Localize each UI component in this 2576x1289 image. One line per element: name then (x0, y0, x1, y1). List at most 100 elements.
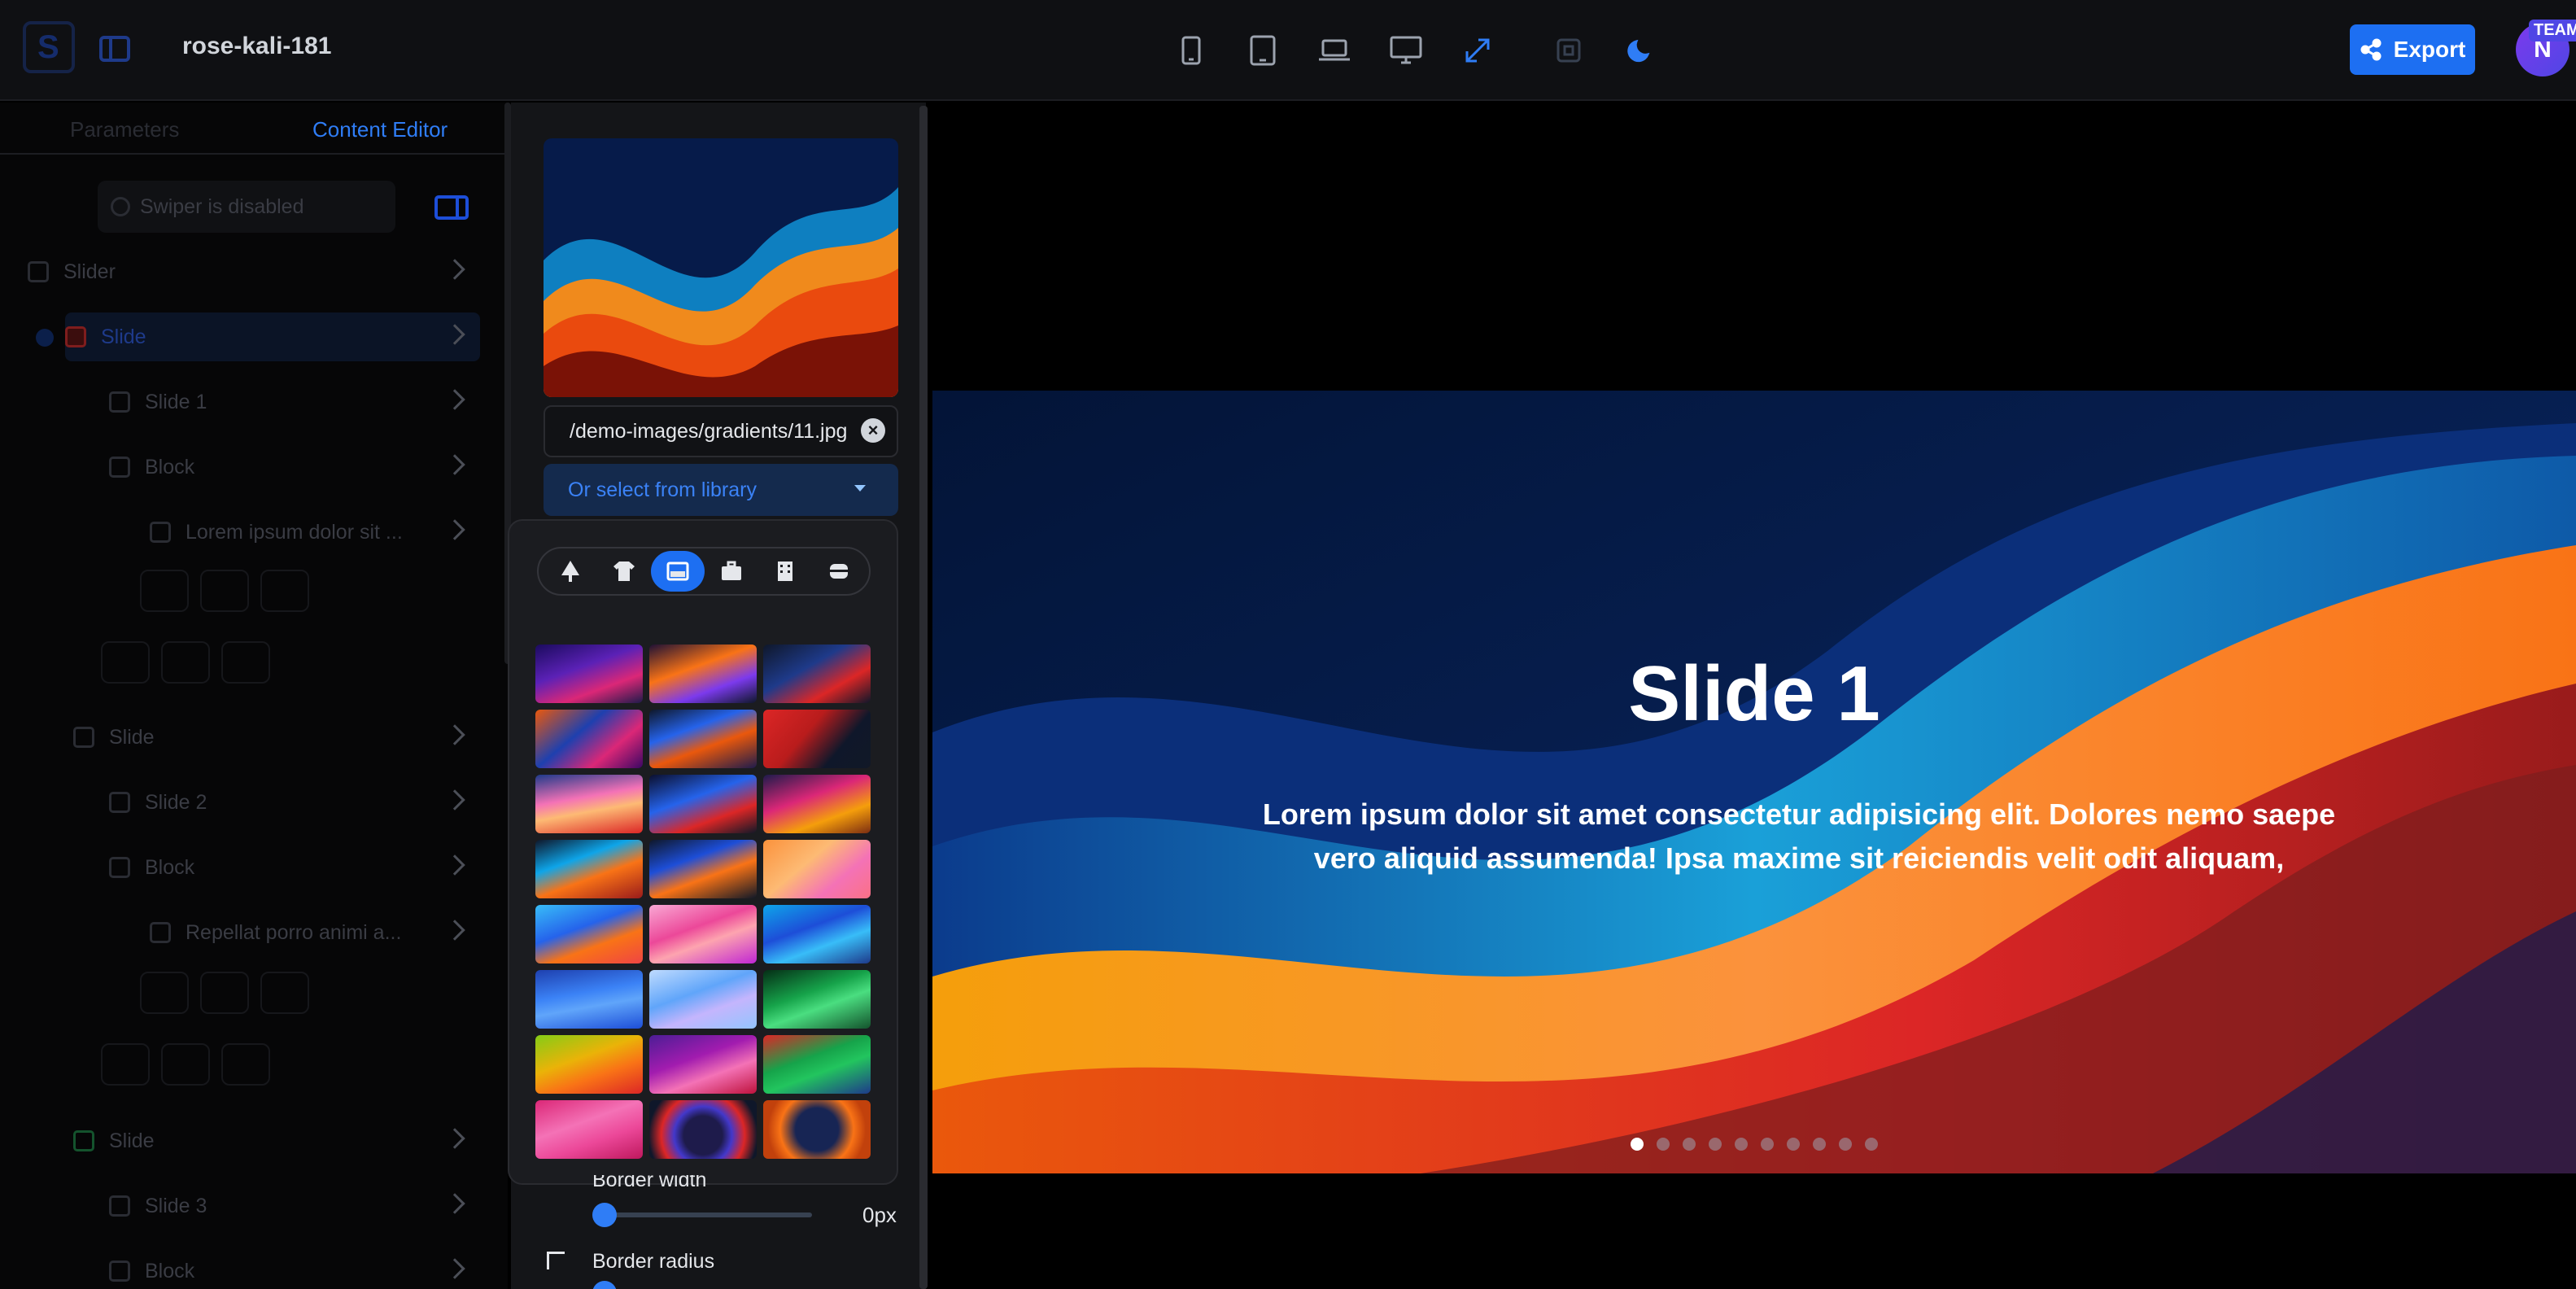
pagination-dot[interactable] (1761, 1138, 1774, 1151)
preview-toggle-button[interactable] (1549, 31, 1588, 70)
add-text-button[interactable] (140, 972, 189, 1014)
tab-parameters[interactable]: Parameters (70, 117, 179, 142)
export-button[interactable]: Export (2350, 24, 2475, 75)
pagination-dot[interactable] (1631, 1138, 1644, 1151)
fullscreen-button[interactable] (1458, 31, 1497, 70)
food-icon[interactable] (812, 551, 866, 592)
desktop-view-button[interactable] (1386, 31, 1426, 70)
gradient-thumbnail[interactable] (763, 840, 871, 898)
gradient-thumbnail[interactable] (649, 970, 757, 1029)
tablet-view-button[interactable] (1243, 31, 1282, 70)
tree-item-slide[interactable]: Slide (73, 1116, 480, 1165)
add-block-button[interactable] (221, 641, 270, 684)
editor-scrollbar[interactable] (919, 106, 928, 1289)
phone-icon (1181, 36, 1201, 65)
info-icon (111, 197, 130, 216)
add-image-button[interactable] (200, 570, 249, 612)
add-text-button[interactable] (101, 641, 150, 684)
gradient-thumbnail[interactable] (649, 1100, 757, 1159)
gradient-thumbnail[interactable] (535, 775, 643, 833)
sidebar-toggle-icon[interactable] (99, 36, 130, 62)
tree-item-slide-1[interactable]: Slide 1 (109, 378, 480, 426)
square-icon (1557, 38, 1581, 63)
add-block-button[interactable] (260, 972, 309, 1014)
chevron-right-icon (444, 920, 465, 941)
tree-item-slide-2[interactable]: Slide 2 (109, 778, 480, 827)
pagination-dot[interactable] (1839, 1138, 1852, 1151)
add-element-buttons (140, 972, 309, 1014)
gradient-thumbnail[interactable] (535, 905, 643, 963)
gradient-thumbnail[interactable] (649, 905, 757, 963)
pagination-dot[interactable] (1709, 1138, 1722, 1151)
gradient-thumbnail[interactable] (763, 1100, 871, 1159)
mobile-view-button[interactable] (1172, 31, 1211, 70)
add-image-button[interactable] (161, 641, 210, 684)
chevron-right-icon (444, 519, 465, 540)
pagination-dot[interactable] (1735, 1138, 1748, 1151)
add-image-button[interactable] (161, 1043, 210, 1086)
pagination-dot[interactable] (1787, 1138, 1800, 1151)
tree-item-slider[interactable]: Slider (28, 247, 480, 296)
gradient-thumbnail[interactable] (649, 1035, 757, 1094)
tree-icon[interactable] (544, 551, 597, 592)
gradient-thumbnail[interactable] (763, 710, 871, 768)
select-from-library-dropdown[interactable]: Or select from library (544, 464, 898, 516)
gradient-thumbnail[interactable] (535, 970, 643, 1029)
briefcase-icon[interactable] (705, 551, 758, 592)
tree-item-slide[interactable]: Slide (73, 713, 480, 762)
gradient-thumbnail[interactable] (535, 644, 643, 703)
tab-content-editor[interactable]: Content Editor (312, 117, 448, 142)
tree-item-slide-3[interactable]: Slide 3 (109, 1182, 480, 1230)
gradient-thumbnail[interactable] (649, 710, 757, 768)
monitor-icon (1390, 36, 1422, 64)
top-header: S rose-kali-181 Export N TEAM (0, 0, 2576, 101)
shirt-icon[interactable] (597, 551, 651, 592)
pagination-dot[interactable] (1865, 1138, 1878, 1151)
gradient-thumbnail[interactable] (763, 905, 871, 963)
tree-item-block[interactable]: Block (109, 1247, 480, 1289)
slide-title[interactable]: Slide 1 (932, 649, 2576, 739)
add-block-button[interactable] (221, 1043, 270, 1086)
tree-item-label: Lorem ipsum dolor sit ... (186, 520, 403, 544)
border-width-slider-handle[interactable] (592, 1203, 617, 1227)
image-path-input[interactable]: /demo-images/gradients/11.jpg (544, 405, 898, 457)
add-text-button[interactable] (101, 1043, 150, 1086)
swiper-status[interactable]: Swiper is disabled (98, 181, 395, 233)
tree-item-repellat[interactable]: Repellat porro animi a... (150, 908, 480, 957)
slide-preview[interactable]: Slide 1 Lorem ipsum dolor sit amet conse… (932, 391, 2576, 1173)
gradient-thumbnail[interactable] (535, 840, 643, 898)
gradient-thumbnail[interactable] (763, 775, 871, 833)
background-image-preview[interactable] (544, 138, 898, 397)
gradient-thumbnail[interactable] (535, 1100, 643, 1159)
layout-panel-icon[interactable] (434, 195, 469, 220)
tree-item-label: Slider (63, 260, 116, 283)
building-icon[interactable] (758, 551, 812, 592)
chevron-right-icon (444, 724, 465, 745)
add-image-button[interactable] (200, 972, 249, 1014)
gradient-thumbnail[interactable] (649, 840, 757, 898)
add-text-button[interactable] (140, 570, 189, 612)
tree-item-block[interactable]: Block (109, 843, 480, 892)
add-block-button[interactable] (260, 570, 309, 612)
gradient-thumbnail[interactable] (535, 710, 643, 768)
slide-body-text[interactable]: Lorem ipsum dolor sit amet consectetur a… (1258, 793, 2340, 880)
gradient-thumbnail[interactable] (763, 1035, 871, 1094)
border-width-slider[interactable] (599, 1213, 812, 1217)
tree-item-slide-selected[interactable]: Slide (65, 312, 480, 361)
app-logo[interactable]: S (23, 21, 75, 73)
gradient-thumbnail[interactable] (763, 970, 871, 1029)
gradient-icon[interactable] (651, 551, 705, 592)
gradient-thumbnail[interactable] (649, 644, 757, 703)
tree-item-block[interactable]: Block (109, 443, 480, 492)
gradient-thumbnail[interactable] (649, 775, 757, 833)
pagination-dot[interactable] (1683, 1138, 1696, 1151)
library-category-bar (537, 547, 871, 596)
clear-icon[interactable]: × (861, 418, 885, 443)
pagination-dot[interactable] (1813, 1138, 1826, 1151)
dark-mode-toggle[interactable] (1621, 31, 1660, 70)
laptop-view-button[interactable] (1315, 31, 1354, 70)
gradient-thumbnail[interactable] (763, 644, 871, 703)
pagination-dot[interactable] (1657, 1138, 1670, 1151)
gradient-thumbnail[interactable] (535, 1035, 643, 1094)
tree-item-lorem[interactable]: Lorem ipsum dolor sit ... (150, 508, 480, 557)
